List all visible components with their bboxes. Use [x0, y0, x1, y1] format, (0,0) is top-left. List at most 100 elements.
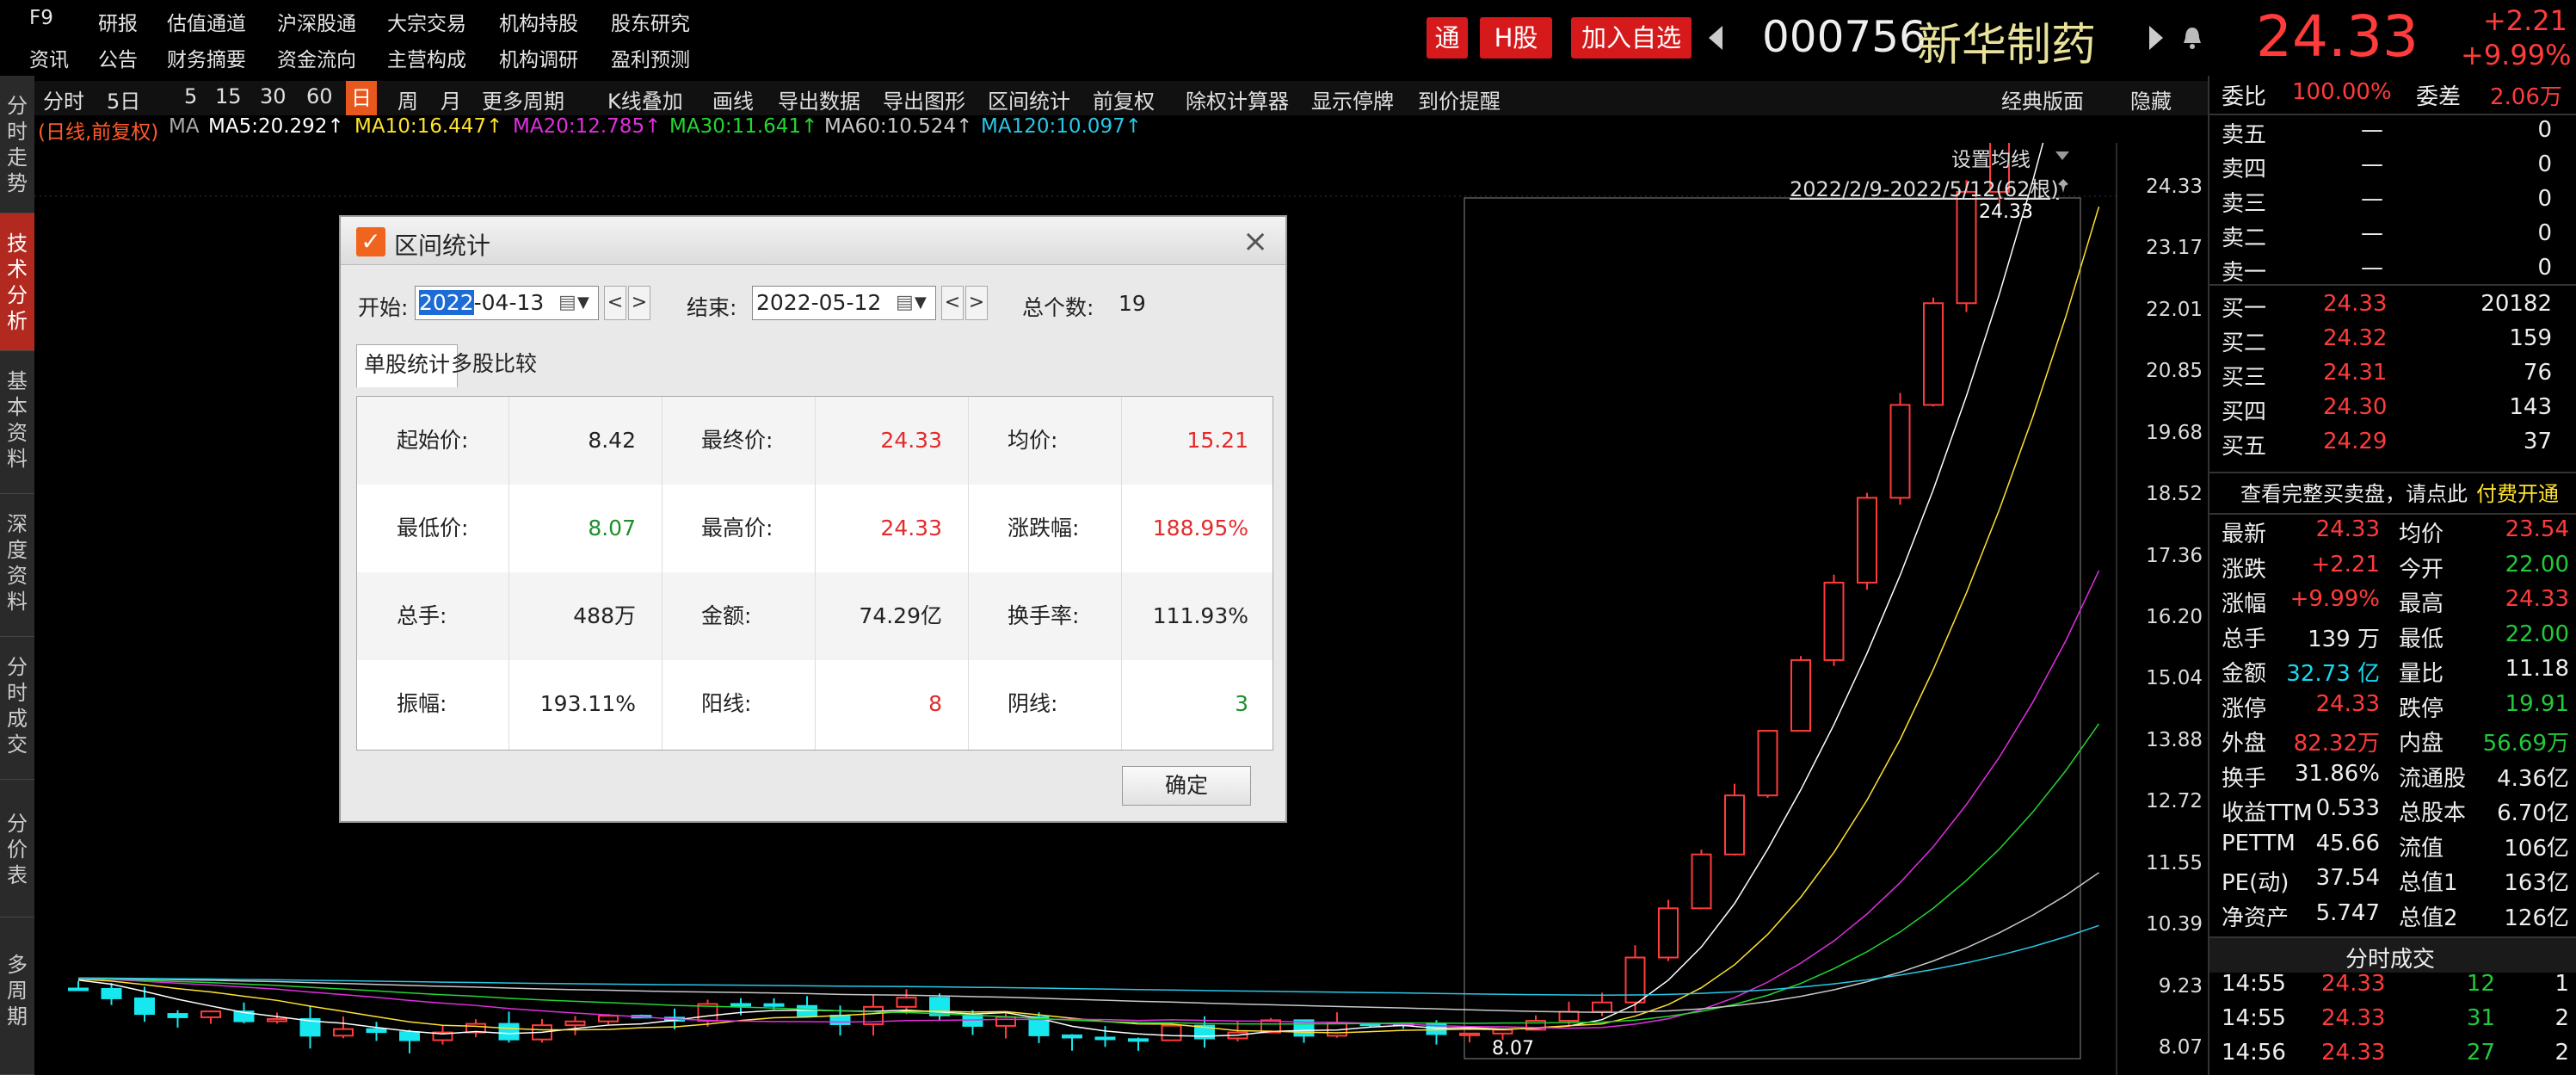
tool-intraday[interactable]: 分时 — [43, 84, 84, 114]
start-label: 开始: — [358, 295, 409, 320]
weicha-value: 2.06万 — [2490, 84, 2562, 110]
tab-deep-info[interactable]: 深度资料 — [0, 494, 34, 637]
menu-inst-holding[interactable]: 机构持股 — [499, 7, 578, 36]
change-percent: +9.99% — [2461, 39, 2572, 71]
tab-basic-info[interactable]: 基本资料 — [0, 351, 34, 494]
price-axis-label: 19.68 — [2146, 421, 2203, 444]
full-book-row[interactable]: 查看完整买卖盘，请点此 付费开通 — [2209, 477, 2576, 511]
menu-finance-summary[interactable]: 财务摘要 — [167, 43, 246, 72]
candle-body — [167, 1013, 188, 1018]
chevron-down-icon[interactable]: ▼ — [915, 287, 927, 319]
tab-multi-period[interactable]: 多周期 — [0, 917, 34, 1075]
tong-button[interactable]: 通 — [1427, 17, 1468, 59]
tool-5day[interactable]: 5日 — [107, 84, 140, 114]
close-icon[interactable]: × — [1242, 224, 1268, 259]
menu-research[interactable]: 研报 — [98, 7, 138, 36]
tool-monthly[interactable]: 月 — [441, 84, 461, 114]
stat-value: 15.21 — [1186, 428, 1248, 453]
tab-single-stock[interactable]: 单股统计 — [356, 344, 459, 387]
quote-row: 净资产 5.747 总值2 126亿 — [2209, 900, 2576, 935]
bell-icon[interactable] — [2182, 26, 2203, 50]
tick-volume: 31 — [2466, 1005, 2495, 1031]
triangle-right-icon[interactable] — [2148, 24, 2165, 52]
set-ma-button[interactable]: 设置均线 — [1951, 143, 2031, 172]
quote-value: 106亿 — [2504, 835, 2569, 862]
tool-price-alert[interactable]: 到价提醒 — [1418, 84, 1501, 114]
price-axis-label: 20.85 — [2146, 360, 2203, 383]
tab-ticks[interactable]: 分时成交 — [0, 637, 34, 780]
paid-open-link[interactable]: 付费开通 — [2476, 477, 2559, 507]
menu-valuation[interactable]: 估值通道 — [167, 7, 246, 36]
tool-daily[interactable]: 日 — [346, 81, 377, 115]
price-axis-label: 13.88 — [2146, 728, 2203, 751]
tool-15min[interactable]: 15 — [215, 84, 242, 108]
end-next-button[interactable]: > — [965, 286, 988, 320]
calendar-icon[interactable]: ▤ — [896, 287, 914, 319]
start-next-button[interactable]: > — [628, 286, 650, 320]
stat-label: 最终价: — [701, 428, 773, 453]
tab-intraday[interactable]: 分时走势 — [0, 76, 34, 213]
menu-f9[interactable]: F9 — [29, 7, 53, 29]
end-prev-button[interactable]: < — [941, 286, 964, 320]
buy-row: 买二 24.32 159 — [2209, 325, 2576, 360]
ma60-value: MA60:10.524↑ — [824, 115, 973, 138]
menu-notice[interactable]: 公告 — [98, 43, 138, 72]
buy-row: 买五 24.29 37 — [2209, 429, 2576, 463]
tool-range-stats[interactable]: 区间统计 — [988, 84, 1070, 114]
tool-hide[interactable]: 隐藏 — [2130, 84, 2172, 114]
candle-body — [333, 1028, 354, 1037]
quote-label: 均价 — [2399, 522, 2444, 547]
pin-icon[interactable] — [2055, 177, 2072, 195]
add-watchlist-button[interactable]: 加入自选 — [1571, 17, 1692, 59]
start-date-input[interactable]: 2022-04-13 ▤ ▼ — [415, 286, 599, 320]
tick-time: 14:56 — [2222, 1040, 2286, 1066]
menu-block-trade[interactable]: 大宗交易 — [387, 7, 466, 36]
menu-shareholder[interactable]: 股东研究 — [611, 7, 690, 36]
chevron-down-icon[interactable] — [2055, 150, 2070, 162]
start-prev-button[interactable]: < — [604, 286, 626, 320]
menu-fund-flow[interactable]: 资金流向 — [277, 43, 356, 72]
tool-kline-overlay[interactable]: K线叠加 — [607, 84, 683, 114]
candle-body — [995, 1016, 1016, 1027]
tick-volume: 12 — [2466, 971, 2495, 997]
triangle-left-icon[interactable] — [1707, 24, 1724, 52]
calendar-icon[interactable]: ▤ — [558, 287, 576, 319]
menu-hk-connect[interactable]: 沪深股通 — [277, 7, 356, 36]
quote-label: PETTM — [2222, 830, 2296, 856]
tab-technical[interactable]: 技术分析 — [0, 213, 34, 351]
tool-5min[interactable]: 5 — [184, 84, 197, 108]
left-tab-bar: 分时走势 技术分析 基本资料 深度资料 分时成交 分价表 多周期 — [0, 76, 34, 1075]
candle-body — [896, 997, 917, 1008]
quote-value: +2.21 — [2311, 551, 2380, 578]
quote-value: 126亿 — [2504, 905, 2569, 931]
full-book-text[interactable]: 查看完整买卖盘，请点此 — [2240, 477, 2468, 507]
candle-body — [1161, 1024, 1182, 1041]
stat-value: 3 — [1235, 691, 1248, 716]
end-label: 结束: — [687, 295, 737, 320]
tool-more-periods[interactable]: 更多周期 — [482, 84, 564, 114]
dialog-title-bar[interactable]: ✓ 区间统计 × — [341, 217, 1285, 265]
ok-button[interactable]: 确定 — [1122, 766, 1251, 806]
quote-value: 11.18 — [2505, 656, 2569, 682]
tool-weekly[interactable]: 周 — [397, 84, 418, 114]
end-date-input[interactable]: 2022-05-12 ▤ ▼ — [752, 286, 936, 320]
tool-forward-adjust[interactable]: 前复权 — [1093, 84, 1155, 114]
tool-export-data[interactable]: 导出数据 — [778, 84, 860, 114]
chevron-down-icon[interactable]: ▼ — [577, 287, 589, 319]
tool-show-suspension[interactable]: 显示停牌 — [1311, 84, 1394, 114]
h-share-button[interactable]: H股 — [1480, 17, 1552, 59]
tool-classic-layout[interactable]: 经典版面 — [2001, 84, 2084, 114]
menu-business[interactable]: 主营构成 — [387, 43, 466, 72]
stat-label: 均价: — [1008, 428, 1058, 453]
tool-export-image[interactable]: 导出图形 — [883, 84, 965, 114]
tool-30min[interactable]: 30 — [260, 84, 287, 108]
tab-multi-compare[interactable]: 多股比较 — [444, 344, 544, 387]
menu-inst-survey[interactable]: 机构调研 — [499, 43, 578, 72]
candle-body — [1094, 1036, 1116, 1041]
tab-price-table[interactable]: 分价表 — [0, 780, 34, 917]
menu-earnings-forecast[interactable]: 盈利预测 — [611, 43, 690, 72]
tool-ex-right-calc[interactable]: 除权计算器 — [1186, 84, 1289, 114]
tool-draw-line[interactable]: 画线 — [712, 84, 754, 114]
tool-60min[interactable]: 60 — [306, 84, 333, 108]
menu-news[interactable]: 资讯 — [29, 43, 69, 72]
